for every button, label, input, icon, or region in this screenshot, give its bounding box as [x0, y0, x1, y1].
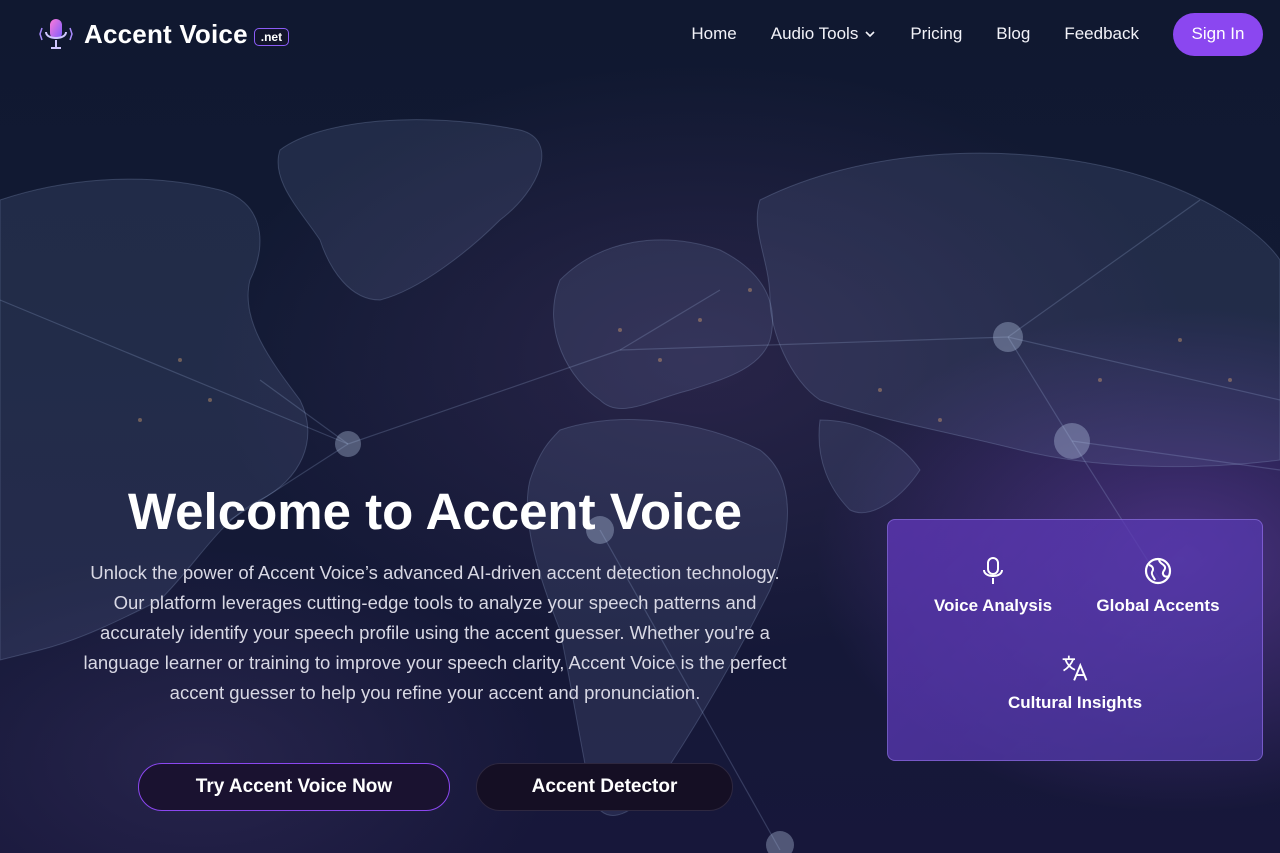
microphone-logo-icon	[39, 19, 73, 49]
feature-global-accents: Global Accents	[1088, 556, 1228, 616]
nav-blog[interactable]: Blog	[996, 24, 1030, 44]
chevron-down-icon	[865, 31, 875, 38]
feature-cultural-insights: Cultural Insights	[995, 653, 1155, 713]
hero-title: Welcome to Accent Voice	[127, 483, 743, 540]
nav-pricing[interactable]: Pricing	[910, 24, 962, 44]
brand-name: Accent Voice	[84, 18, 248, 49]
feature-label: Voice Analysis	[933, 596, 1053, 615]
translate-icon	[1062, 655, 1088, 681]
hero-description: Unlock the power of Accent Voice’s advan…	[83, 562, 787, 703]
try-accent-voice-button[interactable]: Try Accent Voice Now	[138, 763, 450, 811]
globe-icon	[1144, 557, 1172, 585]
nav-home[interactable]: Home	[691, 24, 736, 44]
feature-label: Global Accents	[1096, 596, 1220, 615]
microphone-icon	[983, 557, 1003, 584]
features-card: Voice Analysis Global Accents Cultural I…	[887, 519, 1263, 761]
sign-in-button[interactable]: Sign In	[1173, 12, 1263, 56]
main-nav: Home Audio Tools Pricing Blog Feedback S…	[691, 12, 1263, 56]
nav-feedback[interactable]: Feedback	[1064, 24, 1139, 44]
feature-label: Cultural Insights	[1007, 693, 1143, 712]
accent-detector-button[interactable]: Accent Detector	[476, 763, 733, 811]
top-navbar: Accent Voice .net Home Audio Tools Prici…	[0, 0, 1280, 68]
nav-audio-tools-label: Audio Tools	[770, 24, 859, 43]
feature-voice-analysis: Voice Analysis	[933, 556, 1053, 616]
brand-tld-badge: .net	[253, 28, 290, 46]
nav-audio-tools[interactable]: Audio Tools	[771, 24, 877, 44]
brand-logo-link[interactable]: Accent Voice .net	[38, 16, 290, 52]
